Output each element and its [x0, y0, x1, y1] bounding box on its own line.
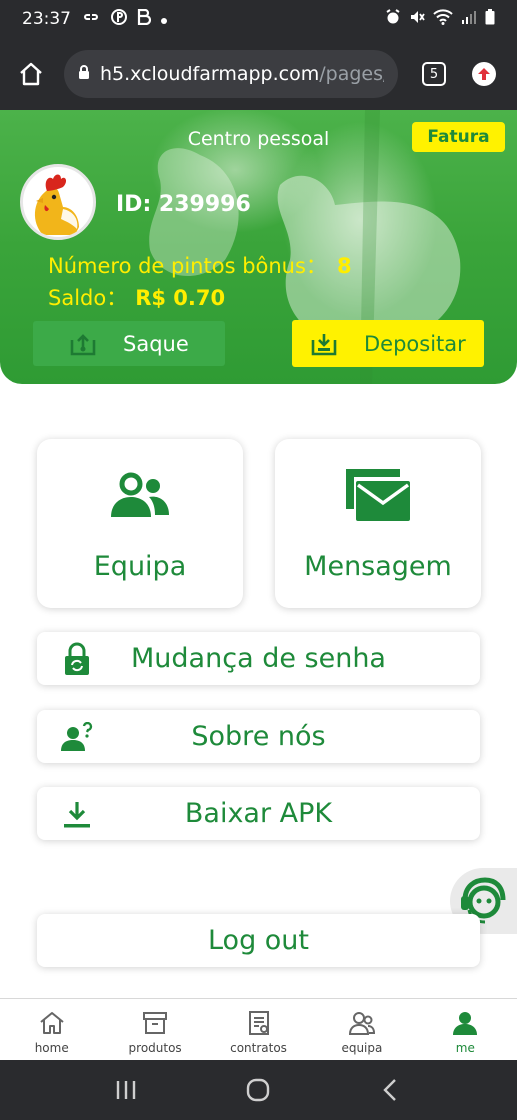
equipa-label: Equipa	[93, 551, 187, 582]
mensagem-label: Mensagem	[304, 551, 452, 582]
home-icon[interactable]	[16, 59, 46, 89]
user-id: ID: 239996	[116, 192, 251, 217]
depositar-button[interactable]: Depositar	[292, 320, 484, 367]
change-password-label: Mudança de senha	[131, 643, 386, 674]
alarm-icon	[385, 9, 401, 29]
download-apk-label: Baixar APK	[184, 798, 333, 829]
bonus-chicks-line: Número de pintos bônus： 8	[48, 250, 352, 280]
nav-me[interactable]: me	[414, 999, 517, 1060]
team-icon	[348, 1009, 376, 1037]
link-icon	[81, 9, 101, 29]
depositar-label: Depositar	[364, 331, 466, 356]
balance-line: Saldo： R$ 0.70	[48, 282, 225, 312]
lock-icon	[78, 64, 90, 84]
b-icon	[137, 8, 152, 30]
box-icon	[141, 1009, 169, 1037]
change-password-item[interactable]: Mudança de senha	[37, 632, 480, 685]
saldo-value: R$ 0.70	[135, 286, 226, 310]
mensagem-card[interactable]: Mensagem	[275, 439, 481, 608]
profile-header: Centro pessoal Fatura ID: 239996 Número …	[0, 110, 517, 384]
logout-label: Log out	[207, 925, 310, 956]
home-circle-icon[interactable]	[243, 1075, 273, 1105]
fatura-button[interactable]: Fatura	[412, 122, 505, 152]
lock-refresh-icon	[59, 641, 95, 677]
saldo-label: Saldo：	[48, 286, 128, 310]
tab-count: 5	[429, 66, 439, 82]
status-time: 23:37	[22, 9, 71, 29]
avatar	[20, 164, 96, 240]
bonus-label: Número de pintos bônus：	[48, 254, 327, 278]
url-host: h5.xcloudfarmapp.com	[100, 63, 320, 85]
url-text: h5.xcloudfarmapp.com/pages/	[100, 63, 384, 85]
mute-icon	[409, 9, 425, 29]
nav-produtos[interactable]: produtos	[103, 999, 206, 1060]
nav-contratos[interactable]: contratos	[207, 999, 310, 1060]
nav-home[interactable]: home	[0, 999, 103, 1060]
browser-toolbar: h5.xcloudfarmapp.com/pages/ 5	[0, 38, 517, 110]
upload-icon[interactable]	[472, 62, 496, 86]
wifi-icon	[433, 9, 453, 29]
system-navigation-bar	[0, 1060, 517, 1120]
status-bar: 23:37	[0, 0, 517, 38]
message-icon	[346, 469, 410, 521]
recent-apps-icon[interactable]	[111, 1075, 141, 1105]
dot-icon	[161, 9, 167, 29]
user-question-icon	[59, 719, 95, 755]
pinterest-icon	[111, 8, 127, 30]
saque-button[interactable]: Saque	[33, 321, 225, 366]
bonus-value: 8	[336, 254, 352, 278]
equipa-card[interactable]: Equipa	[37, 439, 243, 608]
logout-button[interactable]: Log out	[37, 914, 480, 967]
about-us-item[interactable]: Sobre nós	[37, 710, 480, 763]
download-icon	[59, 796, 95, 832]
about-us-label: Sobre nós	[191, 721, 326, 752]
home-icon	[38, 1009, 66, 1037]
nav-me-label: me	[455, 1041, 475, 1055]
battery-icon	[485, 9, 495, 29]
withdraw-icon	[69, 332, 97, 356]
nav-contratos-label: contratos	[230, 1041, 287, 1055]
rooster-logo-icon	[34, 174, 79, 235]
deposit-icon	[310, 331, 338, 357]
tab-switcher-button[interactable]: 5	[422, 62, 446, 86]
saque-label: Saque	[123, 331, 189, 356]
signal-icon	[461, 9, 477, 29]
user-icon	[451, 1009, 479, 1037]
url-bar[interactable]: h5.xcloudfarmapp.com/pages/	[64, 50, 398, 98]
team-icon	[107, 469, 173, 521]
nav-home-label: home	[34, 1041, 69, 1055]
contract-icon	[245, 1009, 273, 1037]
url-path: /pages/	[319, 63, 384, 85]
nav-equipa-label: equipa	[341, 1041, 383, 1055]
download-apk-item[interactable]: Baixar APK	[37, 787, 480, 840]
nav-equipa[interactable]: equipa	[310, 999, 413, 1060]
bottom-navigation: home produtos contratos equipa me	[0, 998, 517, 1060]
nav-produtos-label: produtos	[128, 1041, 182, 1055]
back-icon[interactable]	[376, 1075, 406, 1105]
